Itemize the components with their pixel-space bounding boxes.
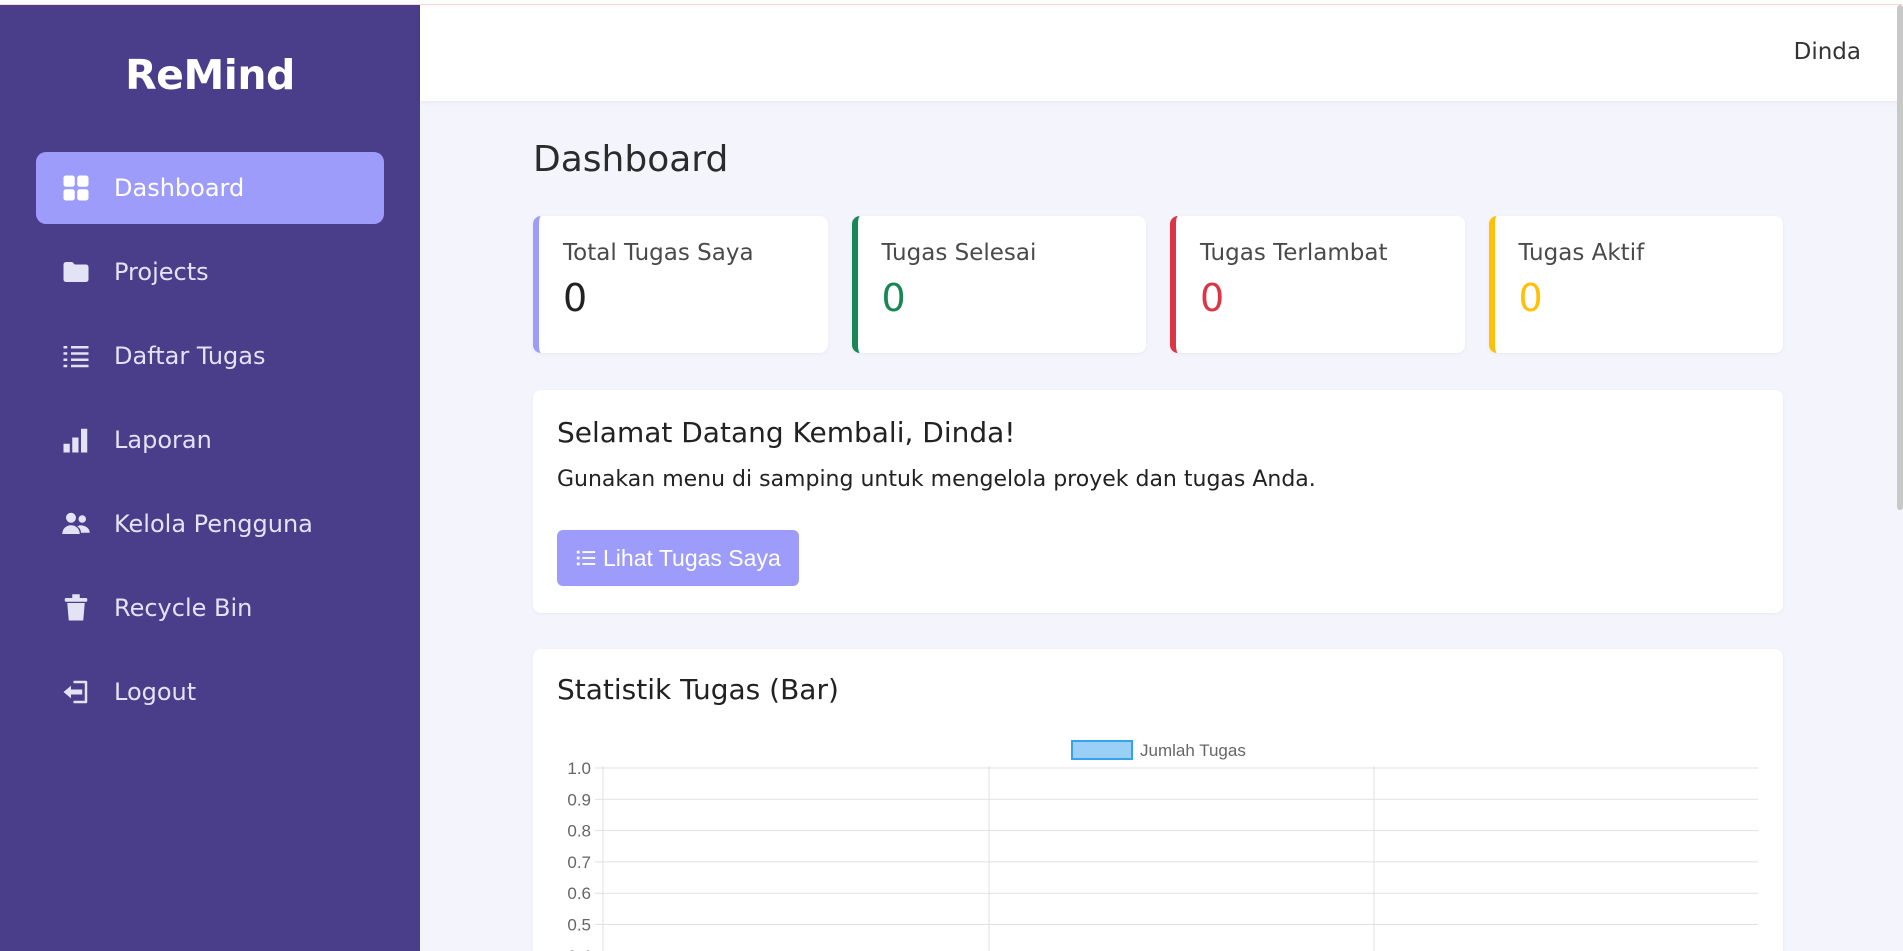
users-icon [56, 504, 96, 544]
y-tick-label: 1.0 [567, 759, 591, 778]
y-tick-label: 0.4 [567, 947, 591, 951]
sidebar-nav: Dashboard Projects Daftar Tugas Laporan … [36, 152, 384, 740]
top-border [0, 0, 1903, 5]
list-icon [56, 336, 96, 376]
stat-value: 0 [881, 276, 906, 320]
stat-card-terlambat: Tugas Terlambat 0 [1170, 216, 1465, 353]
sidebar-item-label: Dashboard [114, 174, 245, 202]
sidebar-item-laporan[interactable]: Laporan [36, 404, 384, 476]
stat-card-total: Total Tugas Saya 0 [533, 216, 828, 353]
sidebar-item-projects[interactable]: Projects [36, 236, 384, 308]
user-menu[interactable]: Dinda [1794, 39, 1861, 65]
sidebar-item-daftar-tugas[interactable]: Daftar Tugas [36, 320, 384, 392]
y-tick-label: 0.5 [567, 916, 591, 935]
stat-value: 0 [1518, 276, 1543, 320]
sidebar-item-label: Recycle Bin [114, 594, 253, 622]
sidebar-item-label: Laporan [114, 426, 212, 454]
y-tick-label: 0.6 [567, 884, 591, 903]
stat-label: Tugas Terlambat [1200, 240, 1388, 266]
stat-label: Tugas Aktif [1518, 240, 1645, 266]
page-scrollbar[interactable] [1897, 5, 1903, 510]
top-bar: Dinda [420, 5, 1903, 101]
brand-logo[interactable]: ReMind [0, 51, 420, 99]
y-tick-label: 0.9 [567, 790, 591, 809]
bar-chart-icon [56, 420, 96, 460]
button-label: Lihat Tugas Saya [603, 544, 781, 571]
bar-chart: Jumlah Tugas 1.0 0.9 0.8 0.7 0.6 0.5 0.4 [567, 740, 1758, 951]
stat-card-aktif: Tugas Aktif 0 [1488, 216, 1783, 353]
welcome-card: Selamat Datang Kembali, Dinda! Gunakan m… [533, 390, 1783, 613]
sidebar-item-logout[interactable]: Logout [36, 656, 384, 728]
stat-value: 0 [1200, 276, 1225, 320]
sidebar-item-recycle-bin[interactable]: Recycle Bin [36, 572, 384, 644]
sidebar-item-label: Daftar Tugas [114, 342, 266, 370]
folder-icon [56, 252, 96, 292]
sidebar-item-label: Projects [114, 258, 209, 286]
sidebar: ReMind Dashboard Projects Daftar Tugas L… [0, 5, 420, 951]
sidebar-item-dashboard[interactable]: Dashboard [36, 152, 384, 224]
stat-value: 0 [563, 276, 588, 320]
sidebar-item-label: Kelola Pengguna [114, 510, 313, 538]
sidebar-item-kelola-pengguna[interactable]: Kelola Pengguna [36, 488, 384, 560]
trash-icon [56, 588, 96, 628]
sidebar-item-label: Logout [114, 678, 197, 706]
y-tick-label: 0.8 [567, 822, 591, 841]
list-icon [576, 550, 596, 566]
legend-swatch [1071, 740, 1133, 760]
page-title: Dashboard [533, 139, 729, 180]
view-my-tasks-button[interactable]: Lihat Tugas Saya [557, 530, 799, 586]
chart-card: Statistik Tugas (Bar) Jumlah Tugas 1.0 0.9… [533, 649, 1783, 951]
stat-card-selesai: Tugas Selesai 0 [851, 216, 1146, 353]
y-tick-label: 0.7 [567, 853, 591, 872]
grid-icon [56, 168, 96, 208]
stat-label: Total Tugas Saya [563, 240, 754, 266]
welcome-text: Gunakan menu di samping untuk mengelola … [557, 467, 1316, 492]
logout-icon [56, 672, 96, 712]
welcome-title: Selamat Datang Kembali, Dinda! [557, 416, 1016, 449]
stat-label: Tugas Selesai [881, 240, 1037, 266]
stats-row: Total Tugas Saya 0 Tugas Selesai 0 Tugas… [533, 216, 1783, 353]
legend-label: Jumlah Tugas [1140, 741, 1246, 760]
